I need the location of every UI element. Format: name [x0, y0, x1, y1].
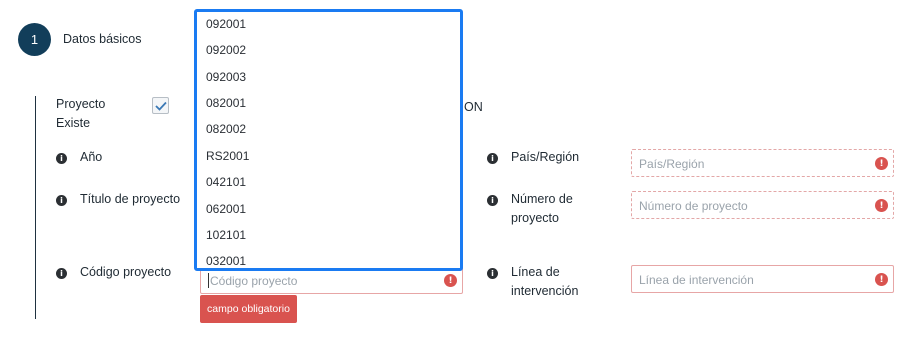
- codigo-placeholder: Código proyecto: [210, 274, 298, 288]
- step-title: Datos básicos: [63, 32, 142, 46]
- check-icon: [154, 101, 167, 111]
- exclamation-icon: !: [444, 274, 457, 287]
- exclamation-icon: !: [875, 157, 888, 170]
- numero-proyecto-input[interactable]: Número de proyecto !: [631, 191, 894, 219]
- required-field-error: campo obligatorio: [200, 295, 297, 323]
- linea-label-line2: intervención: [511, 284, 579, 298]
- step-connector-line: [35, 96, 36, 319]
- numero-label-line1: Número de: [511, 192, 573, 206]
- partially-hidden-text: ON: [464, 100, 483, 114]
- linea-label-line1: Línea de: [511, 265, 560, 279]
- dropdown-option[interactable]: RS2001: [206, 149, 249, 163]
- numero-label: Número de proyecto: [511, 190, 573, 228]
- dropdown-option[interactable]: 042101: [206, 175, 246, 189]
- step-number: 1: [30, 32, 39, 47]
- dropdown-option[interactable]: 092001: [206, 17, 246, 31]
- dropdown-option[interactable]: 082002: [206, 122, 246, 136]
- pais-placeholder: País/Región: [639, 157, 705, 171]
- linea-intervencion-select[interactable]: Línea de intervención !: [631, 265, 894, 293]
- proyecto-existe-label: Proyecto Existe: [56, 95, 105, 133]
- numero-placeholder: Número de proyecto: [639, 199, 748, 213]
- dropdown-option[interactable]: 092003: [206, 70, 246, 84]
- numero-label-line2: proyecto: [511, 211, 559, 225]
- dropdown-option[interactable]: 032001: [206, 254, 246, 268]
- step-number-badge: 1: [18, 23, 51, 56]
- dropdown-option[interactable]: 092002: [206, 43, 246, 57]
- info-icon[interactable]: i: [56, 195, 67, 206]
- codigo-label: Código proyecto: [80, 265, 172, 279]
- proyecto-existe-label-line2: Existe: [56, 116, 91, 130]
- linea-label: Línea de intervención: [511, 263, 578, 301]
- anio-label: Año: [80, 150, 103, 164]
- dropdown-option[interactable]: 102101: [206, 228, 246, 242]
- dropdown-option[interactable]: 062001: [206, 202, 246, 216]
- exclamation-icon: !: [875, 273, 888, 286]
- info-icon[interactable]: i: [56, 153, 67, 164]
- info-icon[interactable]: i: [487, 195, 498, 206]
- proyecto-existe-label-line1: Proyecto: [56, 97, 106, 111]
- titulo-label: Título de proyecto: [80, 192, 181, 206]
- dropdown-option[interactable]: 082001: [206, 96, 246, 110]
- proyecto-existe-checkbox[interactable]: [152, 97, 169, 114]
- text-caret: [208, 273, 209, 288]
- codigo-proyecto-dropdown-list[interactable]: 092001 092002 092003 082001 082002 RS200…: [194, 9, 463, 271]
- pais-region-select[interactable]: País/Región !: [631, 149, 894, 177]
- pais-label: País/Región: [511, 150, 580, 164]
- linea-placeholder: Línea de intervención: [639, 273, 754, 287]
- info-icon[interactable]: i: [487, 268, 498, 279]
- exclamation-icon: !: [875, 199, 888, 212]
- info-icon[interactable]: i: [487, 153, 498, 164]
- info-icon[interactable]: i: [56, 268, 67, 279]
